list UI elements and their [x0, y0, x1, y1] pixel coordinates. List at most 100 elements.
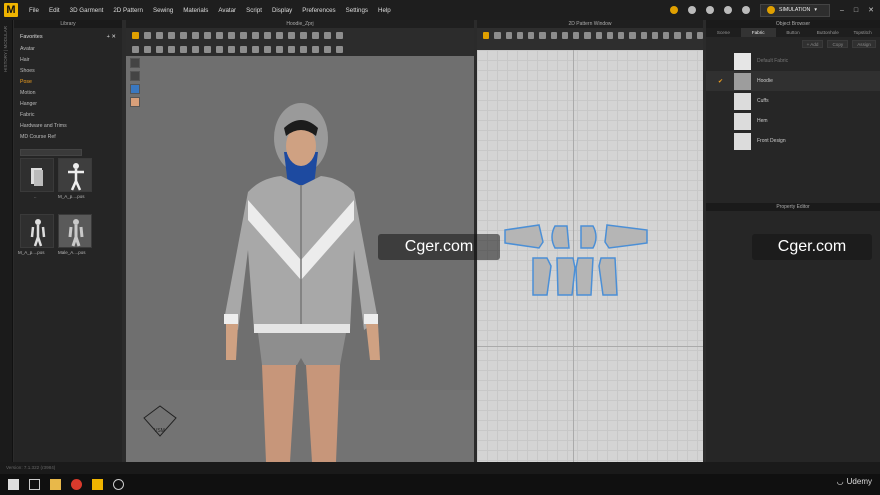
save-icon[interactable] — [705, 6, 714, 14]
tool-icon[interactable] — [584, 31, 591, 39]
library-item-pose[interactable]: Pose — [14, 77, 122, 88]
cloud-icon[interactable] — [669, 6, 678, 14]
library-item-avatar[interactable]: Avatar — [14, 44, 122, 55]
thumb-label: Male_A....pos — [58, 250, 86, 255]
settings-icon[interactable] — [113, 479, 124, 490]
viewport-2d-title: 2D Pattern Window — [477, 20, 703, 28]
add-button[interactable]: + Add — [801, 40, 824, 48]
object-browser-title: Object Browser — [706, 20, 880, 28]
menu-script[interactable]: Script — [241, 7, 267, 14]
menu-file[interactable]: File — [24, 7, 44, 14]
menu-help[interactable]: Help — [373, 7, 396, 14]
menu-materials[interactable]: Materials — [178, 7, 213, 14]
copy-button[interactable]: Copy — [827, 40, 849, 48]
thumb-pose-3[interactable] — [58, 214, 92, 248]
tab-fabric[interactable]: Fabric — [740, 28, 776, 37]
tool-icon[interactable] — [528, 31, 535, 39]
library-item-hanger[interactable]: Hanger — [14, 99, 122, 110]
library-item-hair[interactable]: Hair — [14, 55, 122, 66]
menu-sewing[interactable]: Sewing — [148, 7, 178, 14]
chrome-icon[interactable] — [71, 479, 82, 490]
tool-icon[interactable] — [550, 31, 557, 39]
menu-3d-garment[interactable]: 3D Garment — [65, 7, 109, 14]
fabric-item[interactable]: Front Design — [706, 131, 880, 151]
library-item-shoes[interactable]: Shoes — [14, 66, 122, 77]
library-item-md-course[interactable]: MD Course Ref — [14, 132, 122, 143]
tool-icon[interactable] — [696, 31, 703, 39]
assign-button[interactable]: Assign — [852, 40, 876, 48]
thumb-folder[interactable] — [20, 158, 54, 192]
tab-buttonhole[interactable]: Buttonhole — [810, 28, 845, 37]
front-left — [532, 257, 552, 296]
fabric-swatch — [734, 92, 751, 110]
tool-icon[interactable] — [573, 31, 580, 39]
fabric-item[interactable]: Default Fabric — [706, 51, 880, 71]
side-strip-label: HISTORY | MODULAR — [3, 26, 8, 72]
fabric-item[interactable]: Hem — [706, 111, 880, 131]
shirt-icon[interactable] — [741, 6, 750, 14]
check-icon: ✔ — [718, 78, 724, 85]
pattern-pieces — [504, 224, 648, 296]
fabric-name: Front Design — [757, 138, 786, 144]
watermark-left: Cger.com — [378, 234, 500, 260]
md-app-icon[interactable] — [92, 479, 103, 490]
thumb-label: M_A_p....pos — [18, 250, 45, 255]
add-icon[interactable]: + ✕ — [107, 34, 116, 40]
thumb-pose-1[interactable] — [58, 158, 92, 192]
library-item-motion[interactable]: Motion — [14, 88, 122, 99]
task-view-icon[interactable] — [29, 479, 40, 490]
sound-icon[interactable] — [687, 6, 696, 14]
library-item-hardware[interactable]: Hardware and Trims — [14, 121, 122, 132]
fabric-name: Cuffs — [757, 98, 769, 104]
tool-icon[interactable] — [595, 31, 602, 39]
menu-preferences[interactable]: Preferences — [297, 7, 340, 14]
fabric-name: Default Fabric — [757, 58, 789, 64]
windows-icon[interactable] — [8, 479, 19, 490]
explorer-icon[interactable] — [50, 479, 61, 490]
library-search-input[interactable] — [20, 149, 82, 156]
fabric-item[interactable]: Cuffs — [706, 91, 880, 111]
back-right — [575, 257, 594, 296]
thumb-pose-2[interactable] — [20, 214, 54, 248]
simulation-dropdown[interactable]: SIMULATION ▾ — [759, 3, 830, 17]
fabric-swatch — [734, 132, 751, 150]
viewport-2d[interactable]: 2D Pattern Window — [477, 20, 703, 462]
tool-icon[interactable] — [539, 31, 546, 39]
fabric-swatch — [734, 72, 751, 90]
view-label: VSM — [154, 428, 165, 434]
tool-icon[interactable] — [618, 31, 625, 39]
minimize-icon[interactable]: – — [840, 7, 844, 14]
menu-2d-pattern[interactable]: 2D Pattern — [108, 7, 148, 14]
property-editor-title: Property Editor — [706, 203, 880, 211]
tool-icon[interactable] — [663, 31, 670, 39]
menu-display[interactable]: Display — [267, 7, 297, 14]
tool-icon[interactable] — [640, 31, 647, 39]
select-icon[interactable] — [483, 31, 490, 39]
menu-avatar[interactable]: Avatar — [213, 7, 241, 14]
pattern-grid[interactable] — [477, 50, 703, 462]
hood-right — [580, 225, 597, 249]
tab-topstitch[interactable]: Topstitch — [845, 28, 880, 37]
tool-icon[interactable] — [674, 31, 681, 39]
folder-icon — [31, 168, 43, 186]
fabric-item[interactable]: ✔ Hoodie — [706, 71, 880, 91]
tab-button[interactable]: Button — [776, 28, 811, 37]
close-icon[interactable]: ✕ — [868, 6, 874, 14]
tool-icon[interactable] — [685, 31, 692, 39]
maximize-icon[interactable]: □ — [854, 7, 858, 14]
menu-edit[interactable]: Edit — [44, 7, 65, 14]
tool-icon[interactable] — [494, 31, 501, 39]
help-icon[interactable] — [723, 6, 732, 14]
back-left — [556, 257, 576, 296]
tab-scene[interactable]: Scene — [706, 28, 741, 37]
tool-icon[interactable] — [561, 31, 568, 39]
right-leg — [306, 365, 340, 462]
tool-icon[interactable] — [606, 31, 613, 39]
menu-settings[interactable]: Settings — [341, 7, 373, 14]
tool-icon[interactable] — [651, 31, 658, 39]
tool-icon[interactable] — [516, 31, 523, 39]
tool-icon[interactable] — [505, 31, 512, 39]
favorites-header[interactable]: Favorites + ✕ — [14, 28, 122, 44]
tool-icon[interactable] — [629, 31, 636, 39]
library-item-fabric[interactable]: Fabric — [14, 110, 122, 121]
